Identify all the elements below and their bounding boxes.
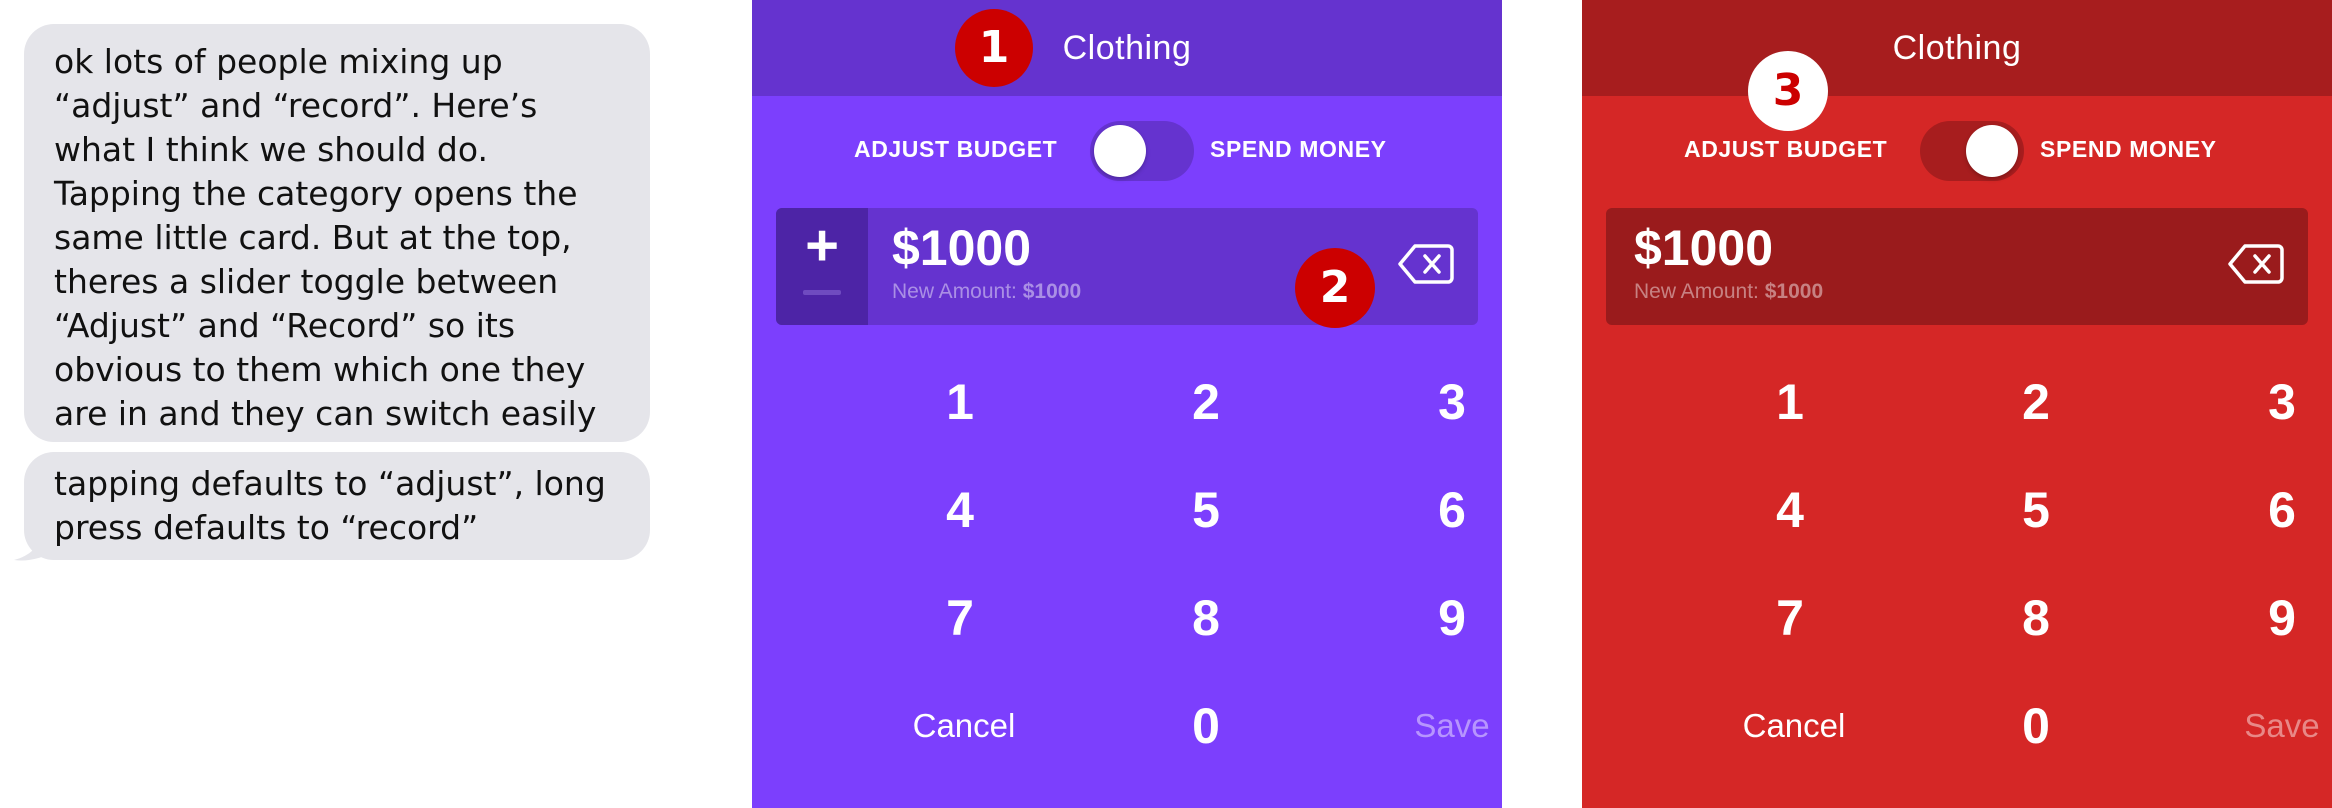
- key-8[interactable]: 8: [1126, 588, 1286, 648]
- toggle-knob[interactable]: [1966, 125, 2018, 177]
- mode-toggle[interactable]: [1920, 121, 2024, 181]
- backspace-icon[interactable]: [1398, 242, 1454, 286]
- message-line: Tapping the category opens the: [54, 174, 578, 213]
- key-9[interactable]: 9: [1372, 588, 1502, 648]
- message-line: same little card. But at the top,: [54, 218, 572, 257]
- budget-card-spend: Clothing ADJUST BUDGET SPEND MONEY 3 $10…: [1582, 0, 2332, 808]
- amount-value: $1000: [1634, 220, 1774, 276]
- message-line: are in and they can switch easily: [54, 394, 597, 433]
- bubble-tail-icon: [14, 532, 56, 561]
- minus-icon[interactable]: [803, 290, 841, 295]
- category-title: Clothing: [1892, 28, 2022, 67]
- amount-display: + $1000 New Amount: $1000: [776, 208, 1478, 325]
- new-amount-value: $1000: [1022, 280, 1082, 303]
- key-0[interactable]: 0: [1126, 696, 1286, 756]
- save-button[interactable]: Save: [1372, 696, 1502, 756]
- message-line: “adjust” and “record”. Here’s: [54, 86, 538, 125]
- category-header[interactable]: Clothing: [1582, 0, 2332, 96]
- key-8[interactable]: 8: [1956, 588, 2116, 648]
- amount-display: $1000 New Amount: $1000: [1606, 208, 2308, 325]
- message-line: obvious to them which one they: [54, 350, 586, 389]
- key-9[interactable]: 9: [2202, 588, 2332, 648]
- key-2[interactable]: 2: [1126, 372, 1286, 432]
- annotation-marker-2: 2: [1295, 248, 1375, 328]
- toggle-knob[interactable]: [1094, 125, 1146, 177]
- key-1[interactable]: 1: [1710, 372, 1870, 432]
- mode-toggle-row: ADJUST BUDGET SPEND MONEY: [752, 118, 1502, 184]
- message-line: “Adjust” and “Record” so its: [54, 306, 516, 345]
- mode-toggle-row: ADJUST BUDGET SPEND MONEY: [1582, 118, 2332, 184]
- message-bubble-2: tapping defaults to “adjust”, long press…: [24, 452, 650, 560]
- message-line: tapping defaults to “adjust”, long: [54, 464, 606, 503]
- key-2[interactable]: 2: [1956, 372, 2116, 432]
- category-header[interactable]: Clothing: [752, 0, 1502, 96]
- save-button[interactable]: Save: [2202, 696, 2332, 756]
- key-0[interactable]: 0: [1956, 696, 2116, 756]
- message-line: ok lots of people mixing up: [54, 42, 503, 81]
- new-amount-text: New Amount: $1000: [1634, 280, 1823, 304]
- cancel-button[interactable]: Cancel: [1714, 696, 1874, 756]
- message-line: what I think we should do.: [54, 130, 488, 169]
- cancel-button[interactable]: Cancel: [884, 696, 1044, 756]
- message-bubble-1: ok lots of people mixing up “adjust” and…: [24, 24, 650, 442]
- key-7[interactable]: 7: [880, 588, 1040, 648]
- key-6[interactable]: 6: [2202, 480, 2332, 540]
- new-amount-label: New Amount:: [892, 280, 1017, 303]
- backspace-icon[interactable]: [2228, 242, 2284, 286]
- sign-toggle[interactable]: +: [776, 208, 868, 325]
- adjust-budget-label[interactable]: ADJUST BUDGET: [854, 136, 1057, 163]
- new-amount-label: New Amount:: [1634, 280, 1759, 303]
- annotation-marker-3: 3: [1748, 51, 1828, 131]
- amount-value: $1000: [892, 220, 1032, 276]
- key-6[interactable]: 6: [1372, 480, 1502, 540]
- key-3[interactable]: 3: [2202, 372, 2332, 432]
- key-1[interactable]: 1: [880, 372, 1040, 432]
- key-5[interactable]: 5: [1956, 480, 2116, 540]
- key-4[interactable]: 4: [1710, 480, 1870, 540]
- annotation-marker-1: 1: [955, 9, 1033, 87]
- new-amount-value: $1000: [1764, 280, 1824, 303]
- key-5[interactable]: 5: [1126, 480, 1286, 540]
- new-amount-text: New Amount: $1000: [892, 280, 1081, 304]
- budget-card-adjust: Clothing 1 ADJUST BUDGET SPEND MONEY + $…: [752, 0, 1502, 808]
- adjust-budget-label[interactable]: ADJUST BUDGET: [1684, 136, 1887, 163]
- key-4[interactable]: 4: [880, 480, 1040, 540]
- mode-toggle[interactable]: [1090, 121, 1194, 181]
- category-title: Clothing: [1062, 28, 1192, 67]
- message-line: press defaults to “record”: [54, 508, 479, 547]
- key-7[interactable]: 7: [1710, 588, 1870, 648]
- spend-money-label[interactable]: SPEND MONEY: [1210, 136, 1387, 163]
- key-3[interactable]: 3: [1372, 372, 1502, 432]
- message-line: theres a slider toggle between: [54, 262, 559, 301]
- plus-icon[interactable]: +: [776, 216, 868, 276]
- spend-money-label[interactable]: SPEND MONEY: [2040, 136, 2217, 163]
